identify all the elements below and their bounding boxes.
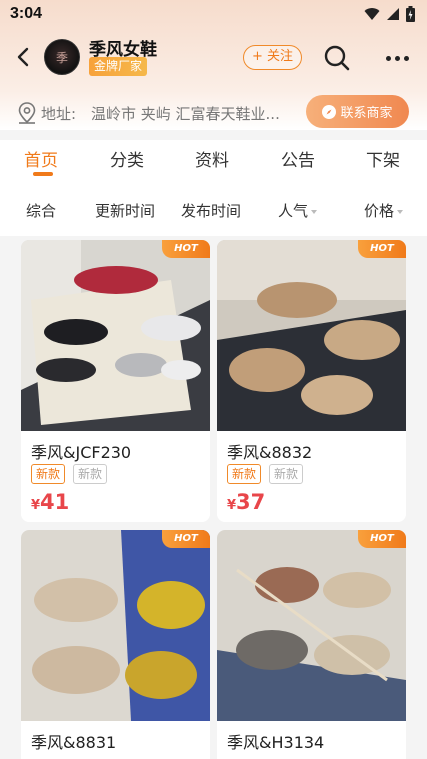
product-title: 季风&8832 — [227, 443, 313, 462]
sort-bar: 综合 更新时间 发布时间 人气 价格 — [0, 180, 427, 236]
product-photo — [217, 530, 406, 721]
location-pin-icon — [18, 102, 36, 124]
product-title: 季风&JCF230 — [31, 443, 132, 462]
avatar-text: 季 — [55, 50, 68, 65]
hot-badge: HOT — [162, 530, 210, 548]
tag-row: 新款 新款 — [227, 464, 304, 484]
active-tab-indicator — [33, 172, 53, 176]
hot-badge: HOT — [358, 240, 406, 258]
more-icon — [385, 55, 391, 61]
tab-category[interactable]: 分类 — [110, 146, 144, 171]
sort-published[interactable]: 发布时间 — [181, 200, 241, 221]
new-tag-gray: 新款 — [73, 464, 108, 484]
product-price: ¥41 — [31, 490, 69, 514]
status-time: 3:04 — [10, 5, 43, 22]
shop-header: 季 季风女鞋 金牌厂家 + 关注 — [0, 34, 427, 80]
product-card[interactable]: HOT 季风&8832 新款 新款 ¥37 — [217, 240, 406, 522]
address-row: 地址: 温岭市 夹屿 汇富春天鞋业... 联系商家 — [0, 94, 427, 130]
tab-profile[interactable]: 资料 — [195, 146, 229, 171]
search-icon — [324, 45, 350, 71]
product-image[interactable]: HOT — [217, 530, 406, 721]
battery-icon — [406, 6, 415, 22]
hot-badge: HOT — [358, 530, 406, 548]
tab-bar: 首页 分类 资料 公告 下架 — [0, 140, 427, 180]
compass-icon — [322, 104, 337, 119]
more-button[interactable] — [382, 46, 412, 70]
product-photo — [21, 240, 210, 431]
caret-down-icon — [311, 209, 318, 214]
tab-home[interactable]: 首页 — [24, 146, 58, 171]
new-tag-gray: 新款 — [269, 464, 304, 484]
sort-overall[interactable]: 综合 — [26, 200, 56, 221]
tag-row: 新款 新款 — [31, 464, 108, 484]
signal-icon — [387, 8, 399, 20]
sort-price[interactable]: 价格 — [364, 200, 404, 221]
contact-merchant-button[interactable]: 联系商家 — [306, 95, 409, 128]
new-tag: 新款 — [31, 464, 66, 484]
sort-price-label: 价格 — [364, 202, 395, 220]
price-value: 41 — [40, 490, 70, 514]
hot-badge: HOT — [162, 240, 210, 258]
sort-popularity-label: 人气 — [278, 202, 309, 220]
product-card[interactable]: HOT 季风&8831 — [21, 530, 210, 759]
product-card[interactable]: HOT 季风&JCF230 新款 新款 ¥41 — [21, 240, 210, 522]
tab-notice[interactable]: 公告 — [281, 146, 315, 171]
product-card[interactable]: HOT 季风&H3134 — [217, 530, 406, 759]
sort-updated[interactable]: 更新时间 — [95, 200, 155, 221]
product-photo — [21, 530, 210, 721]
gold-badge: 金牌厂家 — [89, 57, 148, 76]
address-label: 地址: — [41, 105, 77, 123]
sort-popularity[interactable]: 人气 — [278, 200, 318, 221]
follow-button[interactable]: + 关注 — [243, 45, 302, 70]
product-title: 季风&8831 — [31, 733, 117, 752]
currency-symbol: ¥ — [227, 498, 237, 513]
product-image[interactable]: HOT — [217, 240, 406, 431]
product-photo — [217, 240, 406, 431]
address-text: 温岭市 夹屿 汇富春天鞋业... — [91, 105, 280, 123]
caret-down-icon — [397, 209, 404, 214]
currency-symbol: ¥ — [31, 498, 41, 513]
product-image[interactable]: HOT — [21, 240, 210, 431]
product-image[interactable]: HOT — [21, 530, 210, 721]
new-tag: 新款 — [227, 464, 262, 484]
contact-label: 联系商家 — [340, 106, 393, 121]
status-bar: 3:04 — [0, 0, 427, 28]
product-title: 季风&H3134 — [227, 733, 325, 752]
wifi-icon — [364, 8, 380, 20]
product-price: ¥37 — [227, 490, 265, 514]
tab-offshelf[interactable]: 下架 — [366, 146, 400, 171]
price-value: 37 — [236, 490, 266, 514]
chevron-left-icon — [17, 47, 29, 67]
shop-avatar[interactable]: 季 — [44, 39, 80, 75]
search-button[interactable] — [322, 43, 352, 73]
back-button[interactable] — [10, 44, 36, 70]
status-icons — [364, 6, 415, 22]
